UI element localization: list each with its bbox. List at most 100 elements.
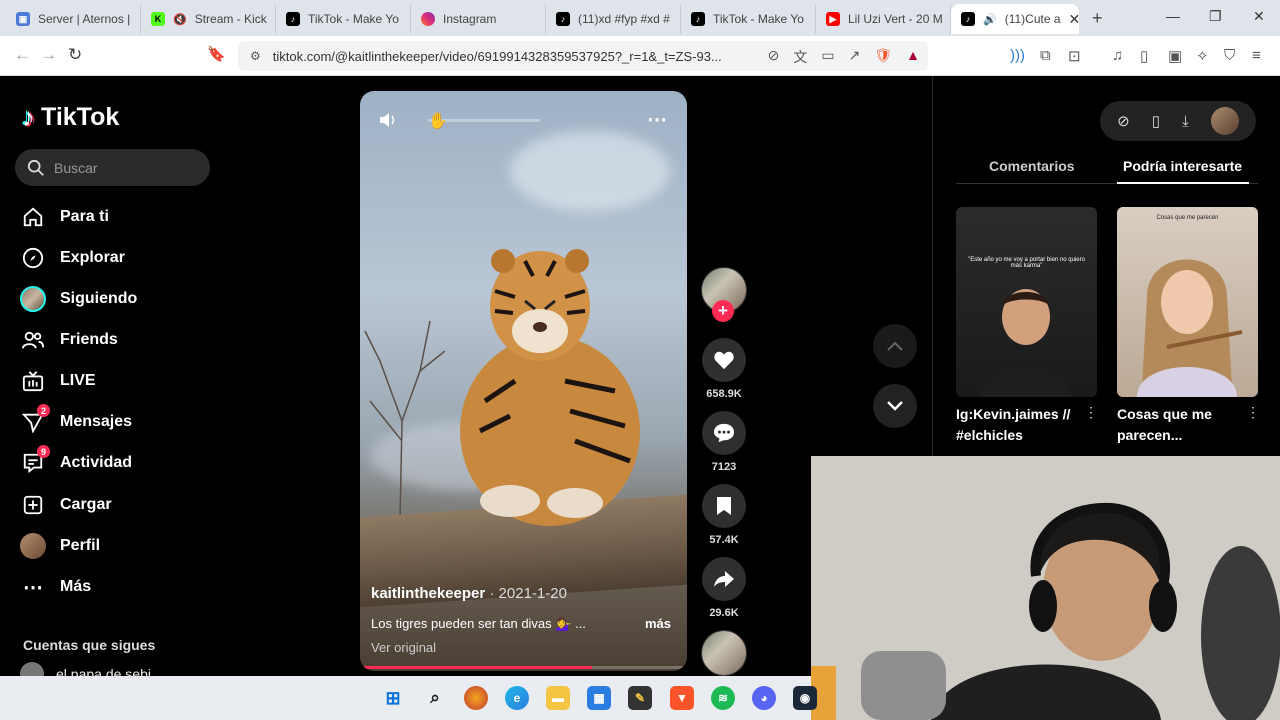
- heart-icon[interactable]: [702, 338, 746, 382]
- new-tab-button[interactable]: +: [1092, 8, 1103, 29]
- sidebar-item-perfil[interactable]: Perfil: [20, 532, 100, 560]
- see-original-link[interactable]: Ver original: [371, 640, 671, 655]
- sidebar-item-label: Siguiendo: [60, 290, 138, 307]
- translate-icon[interactable]: 文: [793, 47, 807, 67]
- suggested-video-title[interactable]: Ig:Kevin.jaimes // #elchicles: [956, 404, 1096, 446]
- tab-aternos[interactable]: ▣ Server | Aternos |: [6, 4, 141, 34]
- bookmark-icon[interactable]: 🔖: [207, 45, 226, 63]
- notes-icon[interactable]: ✎: [628, 686, 652, 710]
- comment-action[interactable]: 7123: [701, 411, 747, 473]
- vpn-icon[interactable]: ⛉: [1224, 47, 1235, 64]
- video-player[interactable]: ✋ ⋯ kaitlinthekeeper · 2021-1-20 Los tig…: [360, 91, 687, 671]
- more-options-icon[interactable]: ⋯: [647, 107, 667, 132]
- user-avatar[interactable]: [1210, 107, 1239, 135]
- media-icon[interactable]: ♫: [1112, 47, 1123, 64]
- screenshot-icon[interactable]: ⊡: [1068, 47, 1081, 65]
- suggested-video-thumb[interactable]: Cosas que me parecen: [1117, 207, 1258, 397]
- tab-tiktok-active[interactable]: ♪ 🔊 (11)Cute a ✕: [951, 4, 1079, 34]
- tab-kick[interactable]: K 🔇 Stream - Kick: [141, 4, 276, 34]
- sidebar-item-label: Para ti: [60, 208, 109, 225]
- back-button[interactable]: ←: [14, 45, 31, 65]
- comment-icon[interactable]: [702, 411, 746, 455]
- compass-tool-icon[interactable]: ⊘: [1117, 112, 1130, 130]
- activity-icon: 9: [20, 445, 50, 476]
- search-taskbar-icon[interactable]: ⌕: [423, 686, 447, 710]
- sidebar-item-live[interactable]: LIVE: [20, 367, 96, 395]
- audio-wave-icon[interactable]: ))): [1010, 47, 1025, 64]
- site-settings-icon[interactable]: ⚙: [250, 49, 261, 63]
- sidebar-item-friends[interactable]: Friends: [20, 326, 118, 354]
- sidebar-item-siguiendo[interactable]: Siguiendo: [20, 285, 137, 313]
- like-action[interactable]: 658.9K: [701, 338, 747, 400]
- url-field[interactable]: ⚙ tiktok.com/@kaitlinthekeeper/video/691…: [238, 41, 928, 71]
- share-arrow-icon[interactable]: [702, 557, 746, 601]
- see-more-button[interactable]: más: [645, 616, 671, 632]
- sidebar-item-actividad[interactable]: 9 Actividad: [20, 445, 132, 477]
- steam-icon[interactable]: ◉: [793, 686, 817, 710]
- phone-icon[interactable]: ▯: [1152, 112, 1160, 130]
- sidebar-item-cargar[interactable]: Cargar: [20, 491, 112, 519]
- forward-button[interactable]: →: [40, 45, 57, 65]
- sidebar-item-explorar[interactable]: Explorar: [20, 244, 125, 272]
- address-bar-row: ← → ↻ 🔖 ⚙ tiktok.com/@kaitlinthekeeper/v…: [0, 36, 1280, 76]
- discord-icon[interactable]: ◕: [752, 686, 776, 710]
- tab-title: TikTok - Make Yo: [308, 12, 399, 26]
- no-tracking-icon[interactable]: ⊘: [768, 47, 780, 67]
- tab-tiktok-1[interactable]: ♪ TikTok - Make Yo: [276, 4, 411, 34]
- suggested-video-title[interactable]: Cosas que me parecen...: [1117, 404, 1257, 446]
- video-options-icon[interactable]: ⋮: [1084, 404, 1098, 421]
- cast-icon[interactable]: ▭: [821, 47, 834, 67]
- suggested-video-thumb[interactable]: "Este año yo me voy a portar bien no qui…: [956, 207, 1097, 397]
- home-icon: [20, 204, 46, 230]
- download-icon[interactable]: ⤓: [1182, 113, 1189, 130]
- close-tab-icon[interactable]: ✕: [1069, 11, 1079, 28]
- spotify-icon[interactable]: ≋: [711, 686, 735, 710]
- sidebar-item-mensajes[interactable]: 2 Mensajes: [20, 404, 133, 436]
- close-window-button[interactable]: ✕: [1253, 8, 1265, 25]
- tiktok-logo[interactable]: ♪ TikTok: [22, 102, 119, 133]
- wallet-icon[interactable]: ▣: [1168, 47, 1182, 65]
- extensions-icon[interactable]: ⧉: [1040, 47, 1051, 64]
- menu-icon[interactable]: ≡: [1252, 47, 1261, 64]
- app-icon[interactable]: [464, 686, 488, 710]
- reload-button[interactable]: ↻: [68, 45, 82, 65]
- author-name[interactable]: kaitlinthekeeper: [371, 585, 485, 602]
- thumb-overlay-text: "Este año yo me voy a portar bien no qui…: [968, 257, 1085, 269]
- sound-disc-avatar[interactable]: [701, 630, 747, 676]
- volume-icon[interactable]: [378, 111, 398, 134]
- restore-button[interactable]: ❐: [1209, 8, 1222, 25]
- brave-shield-icon[interactable]: 🛡: [874, 47, 892, 67]
- next-video-button[interactable]: [873, 384, 917, 428]
- follow-button[interactable]: +: [712, 300, 734, 322]
- tab-suggested[interactable]: Podría interesarte: [1123, 158, 1242, 174]
- sidebar-toggle-icon[interactable]: ▯: [1140, 47, 1148, 65]
- brave-icon[interactable]: ▼: [670, 686, 694, 710]
- tab-comments[interactable]: Comentarios: [989, 158, 1075, 174]
- search-bar[interactable]: [15, 149, 210, 186]
- leo-ai-icon[interactable]: ✧: [1196, 47, 1209, 65]
- store-icon[interactable]: ▦: [587, 686, 611, 710]
- tab-instagram[interactable]: Instagram: [411, 4, 546, 34]
- tab-youtube[interactable]: ▶ Lil Uzi Vert - 20 M: [816, 4, 951, 34]
- minimize-button[interactable]: —: [1166, 8, 1180, 24]
- file-explorer-icon[interactable]: ▬: [546, 686, 570, 710]
- share-icon[interactable]: ↗: [849, 47, 861, 67]
- sidebar-item-mas[interactable]: ⋯ Más: [20, 573, 91, 601]
- bookmark-icon[interactable]: [702, 484, 746, 528]
- tab-tiktok-3[interactable]: ♪ TikTok - Make Yo: [681, 4, 816, 34]
- previous-video-button[interactable]: [873, 324, 917, 368]
- video-progress-bar[interactable]: [360, 666, 687, 669]
- save-action[interactable]: 57.4K: [701, 484, 747, 546]
- sidebar-item-label: Mensajes: [60, 413, 133, 430]
- brave-rewards-icon[interactable]: ▲: [906, 47, 920, 67]
- edge-icon[interactable]: e: [505, 686, 529, 710]
- tab-tiktok-2[interactable]: ♪ (11)xd #fyp #xd #: [546, 4, 681, 34]
- sidebar-item-para-ti[interactable]: Para ti: [20, 203, 109, 231]
- share-action[interactable]: 29.6K: [701, 557, 747, 619]
- like-count: 658.9K: [706, 388, 742, 400]
- profile-avatar: [20, 533, 46, 559]
- messages-icon: 2: [20, 404, 50, 435]
- video-options-icon[interactable]: ⋮: [1246, 404, 1260, 421]
- windows-start-icon[interactable]: ⊞: [381, 686, 405, 710]
- search-input[interactable]: [54, 159, 204, 176]
